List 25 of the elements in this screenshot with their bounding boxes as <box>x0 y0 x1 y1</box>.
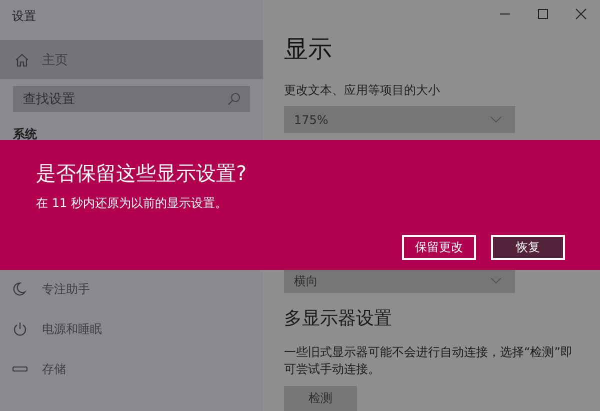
chevron-down-icon <box>490 277 502 286</box>
dialog-message: 在 11 秒内还原为以前的显示设置。 <box>36 195 228 212</box>
search-icon <box>227 92 241 106</box>
section-heading: 系统 <box>13 126 38 143</box>
home-icon <box>14 52 30 68</box>
field-label: 更改文本、应用等项目的大小 <box>284 82 440 99</box>
moon-icon <box>12 281 28 297</box>
section-heading: 多显示器设置 <box>284 306 392 330</box>
nav-item[interactable]: 存储 <box>0 349 263 389</box>
revert-button[interactable]: 恢复 <box>491 235 565 260</box>
power-icon <box>12 321 28 337</box>
nav-item[interactable]: 电源和睡眠 <box>0 309 263 349</box>
dropdown[interactable]: 横向 <box>284 270 515 293</box>
window-title: 设置 <box>11 8 37 25</box>
search-field[interactable]: 查找设置 <box>13 86 250 112</box>
maximize-icon[interactable] <box>537 8 549 20</box>
chevron-down-icon <box>490 116 502 124</box>
detect-button[interactable]: 检测 <box>284 386 357 411</box>
keep-button[interactable]: 保留更改 <box>402 235 476 260</box>
description-text: 一些旧式显示器可能不会进行自动连接，选择“检测”即可尝试手动连接。 <box>284 344 574 378</box>
nav-item[interactable]: 专注助手 <box>0 269 263 309</box>
dropdown[interactable]: 175% <box>284 106 515 134</box>
page-heading: 显示 <box>284 34 332 64</box>
dialog-title: 是否保留这些显示设置? <box>36 160 248 187</box>
close-icon[interactable] <box>575 8 587 20</box>
